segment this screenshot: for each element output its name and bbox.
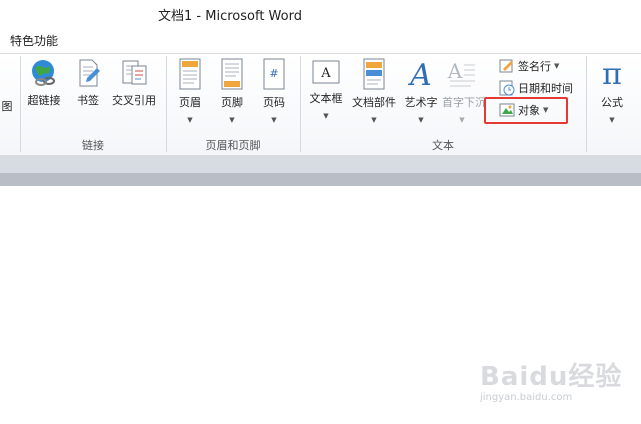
date-time-button[interactable]: 日期和时间 [499, 80, 573, 96]
pi-icon: π [602, 58, 622, 90]
signature-line-label: 签名行 [518, 60, 551, 73]
watermark-brand: Baidu经验 [480, 362, 623, 392]
equation-label: 公式 [601, 96, 623, 109]
hyperlink-label: 超链接 [27, 94, 61, 107]
page-number-dropdown-caret-icon: ▼ [271, 116, 277, 124]
signature-line-button[interactable]: 签名行 ▼ [499, 58, 559, 74]
tab-special-features[interactable]: 特色功能 [10, 32, 58, 49]
watermark-url: jingyan.baidu.com [480, 392, 573, 403]
svg-text:#: # [269, 67, 278, 80]
drop-cap-label: 首字下沉 [442, 96, 486, 109]
header-dropdown-caret-icon: ▼ [187, 116, 193, 124]
svg-text:A: A [320, 66, 331, 81]
drop-cap-dropdown-caret-icon: ▼ [459, 116, 465, 124]
quick-parts-icon [363, 58, 385, 90]
globe-link-icon [32, 60, 55, 86]
text-box-dropdown-caret-icon: ▼ [323, 112, 329, 120]
footer-icon [221, 58, 243, 90]
page-number-icon: # [263, 58, 285, 90]
picture-button-partial[interactable]: 图 [0, 94, 14, 114]
object-highlight-box [484, 97, 568, 124]
bookmark-button[interactable]: 书签 [68, 58, 108, 108]
text-box-button[interactable]: A 文本框 ▼ [306, 58, 346, 120]
group-label-text: 文本 [432, 139, 454, 152]
wordart-icon: A [407, 58, 432, 90]
wordart-dropdown-caret-icon: ▼ [418, 116, 424, 124]
header-button[interactable]: 页眉 ▼ [172, 58, 208, 124]
bookmark-icon [79, 59, 100, 87]
text-box-icon: A [312, 60, 340, 84]
group-label-links: 链接 [82, 139, 104, 152]
date-time-icon [499, 80, 515, 96]
quick-parts-label: 文档部件 [352, 96, 396, 109]
svg-text:π: π [602, 58, 622, 90]
quick-parts-dropdown-caret-icon: ▼ [371, 116, 377, 124]
wordart-button[interactable]: A 艺术字 ▼ [402, 58, 440, 124]
signature-line-icon [499, 59, 513, 73]
ribbon-tab-row [0, 27, 641, 53]
page-number-button[interactable]: # 页码 ▼ [256, 58, 292, 124]
footer-button[interactable]: 页脚 ▼ [214, 58, 250, 124]
quick-parts-button[interactable]: 文档部件 ▼ [348, 58, 400, 124]
cross-reference-button[interactable]: 交叉引用 [108, 58, 160, 108]
date-time-label: 日期和时间 [518, 82, 573, 95]
watermark: Baidu经验 jingyan.baidu.com [470, 350, 630, 410]
document-frame-bar [0, 173, 641, 186]
drop-cap-button[interactable]: A 首字下沉 ▼ [442, 58, 486, 124]
cross-reference-icon [122, 60, 147, 85]
header-icon [179, 58, 201, 90]
picture-button-label: 图 [1, 100, 13, 113]
group-label-header-footer: 页眉和页脚 [205, 139, 261, 152]
group-separator [586, 56, 587, 152]
bookmark-label: 书签 [77, 94, 99, 107]
equation-dropdown-caret-icon: ▼ [609, 116, 615, 124]
svg-text:A: A [407, 58, 432, 90]
page-number-label: 页码 [263, 96, 285, 109]
header-label: 页眉 [179, 96, 201, 109]
cross-reference-label: 交叉引用 [112, 94, 156, 107]
drop-cap-icon: A [447, 59, 475, 87]
text-box-label: 文本框 [309, 92, 343, 105]
footer-label: 页脚 [221, 96, 243, 109]
footer-dropdown-caret-icon: ▼ [229, 116, 235, 124]
ruler-area [0, 155, 641, 173]
hyperlink-button[interactable]: 超链接 [24, 58, 64, 108]
signature-line-dropdown-caret-icon: ▼ [554, 62, 560, 70]
svg-text:A: A [447, 59, 463, 83]
equation-button[interactable]: π 公式 ▼ [594, 58, 630, 124]
window-title: 文档1 - Microsoft Word [158, 9, 302, 24]
wordart-label: 艺术字 [404, 96, 438, 109]
